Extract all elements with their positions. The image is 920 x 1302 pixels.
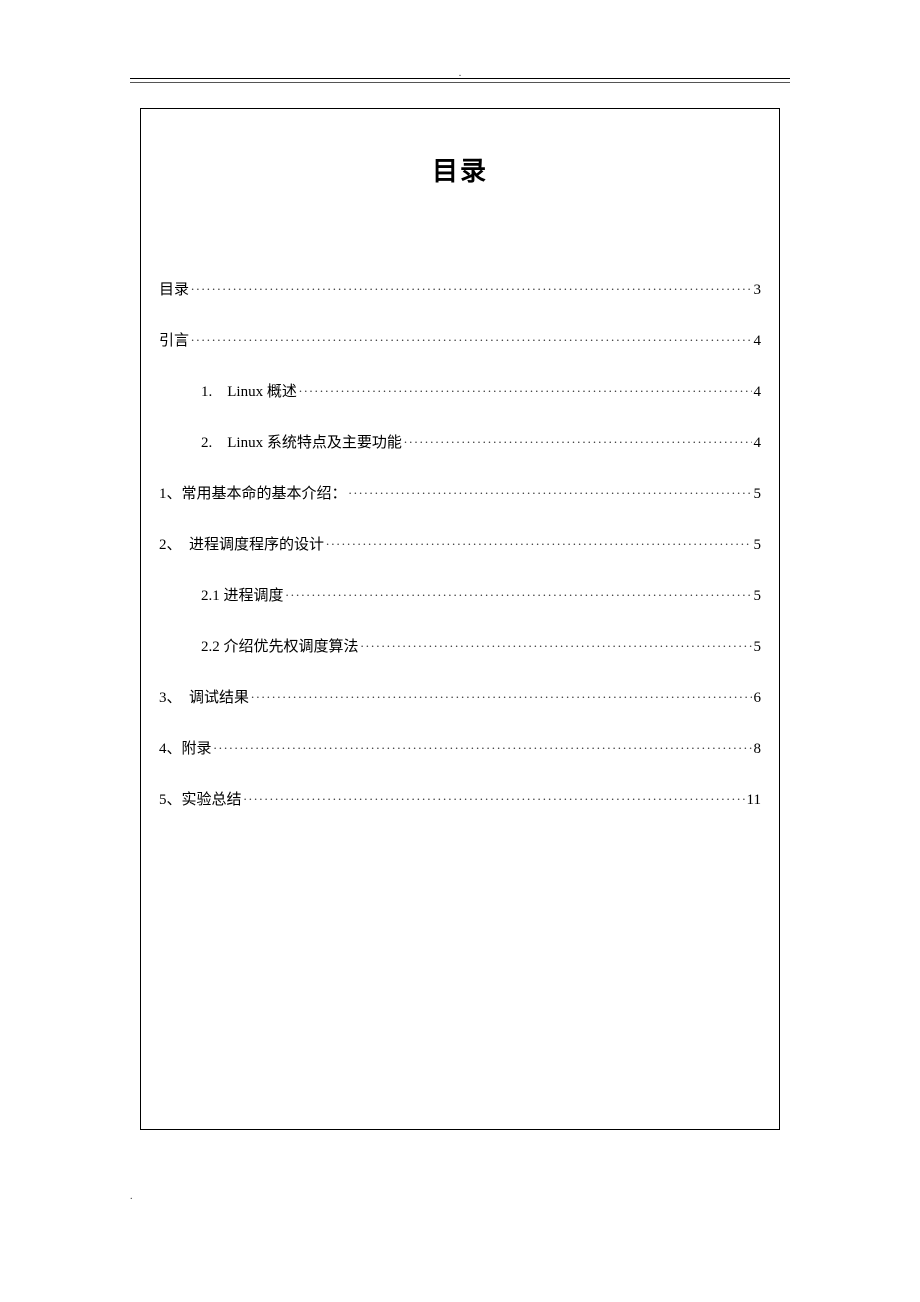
toc-entry-label: 5、实验总结 bbox=[159, 788, 242, 809]
toc-leader-dots bbox=[244, 789, 745, 804]
toc-entry-label: 2. Linux 系统特点及主要功能 bbox=[201, 431, 402, 452]
toc-entry-page: 5 bbox=[754, 639, 762, 656]
toc-entry-label: 3、 调试结果 bbox=[159, 686, 249, 707]
toc-entry-page: 8 bbox=[754, 741, 762, 758]
toc-entry: 2.2 介绍优先权调度算法 5 bbox=[159, 635, 761, 656]
toc-entry-page: 4 bbox=[754, 435, 762, 452]
page-content-frame: 目录 目录 3 引言 4 1. Linux 概述 4 2. Linux 系统特点及主要功能 4… bbox=[140, 108, 780, 1130]
toc-entry-page: 5 bbox=[754, 588, 762, 605]
toc-entry: 1、常用基本命的基本介绍： 5 bbox=[159, 482, 761, 503]
footer-mark: . bbox=[130, 1191, 133, 1202]
toc-entry-page: 6 bbox=[754, 690, 762, 707]
toc-leader-dots bbox=[214, 738, 752, 753]
toc-leader-dots bbox=[286, 585, 752, 600]
toc-leader-dots bbox=[191, 279, 751, 294]
toc-entry-label: 1、常用基本命的基本介绍： bbox=[159, 482, 347, 503]
toc-list: 目录 3 引言 4 1. Linux 概述 4 2. Linux 系统特点及主要功能 4 1、常… bbox=[159, 278, 761, 809]
toc-entry: 目录 3 bbox=[159, 278, 761, 299]
toc-entry-page: 11 bbox=[747, 792, 761, 809]
toc-entry-label: 2.1 进程调度 bbox=[201, 584, 284, 605]
toc-entry: 1. Linux 概述 4 bbox=[159, 380, 761, 401]
toc-entry-page: 4 bbox=[754, 333, 762, 350]
toc-entry: 2.1 进程调度 5 bbox=[159, 584, 761, 605]
toc-leader-dots bbox=[299, 381, 752, 396]
header-rule bbox=[130, 78, 790, 79]
toc-entry: 2、 进程调度程序的设计 5 bbox=[159, 533, 761, 554]
toc-entry-page: 3 bbox=[754, 282, 762, 299]
toc-leader-dots bbox=[191, 330, 751, 345]
toc-entry: 5、实验总结 11 bbox=[159, 788, 761, 809]
toc-leader-dots bbox=[326, 534, 751, 549]
toc-leader-dots bbox=[349, 483, 752, 498]
toc-entry-label: 2、 进程调度程序的设计 bbox=[159, 533, 324, 554]
toc-entry-page: 5 bbox=[754, 486, 762, 503]
header-rule-secondary bbox=[130, 82, 790, 83]
toc-entry-page: 5 bbox=[754, 537, 762, 554]
toc-leader-dots bbox=[361, 636, 752, 651]
toc-title: 目录 bbox=[159, 151, 761, 188]
toc-entry-label: 引言 bbox=[159, 329, 189, 350]
toc-entry-label: 目录 bbox=[159, 278, 189, 299]
toc-entry-label: 2.2 介绍优先权调度算法 bbox=[201, 635, 359, 656]
toc-entry: 4、附录 8 bbox=[159, 737, 761, 758]
toc-leader-dots bbox=[404, 432, 752, 447]
toc-entry: 引言 4 bbox=[159, 329, 761, 350]
toc-entry-label: 4、附录 bbox=[159, 737, 212, 758]
toc-entry: 3、 调试结果 6 bbox=[159, 686, 761, 707]
toc-entry: 2. Linux 系统特点及主要功能 4 bbox=[159, 431, 761, 452]
toc-entry-page: 4 bbox=[754, 384, 762, 401]
toc-leader-dots bbox=[251, 687, 751, 702]
toc-entry-label: 1. Linux 概述 bbox=[201, 380, 297, 401]
